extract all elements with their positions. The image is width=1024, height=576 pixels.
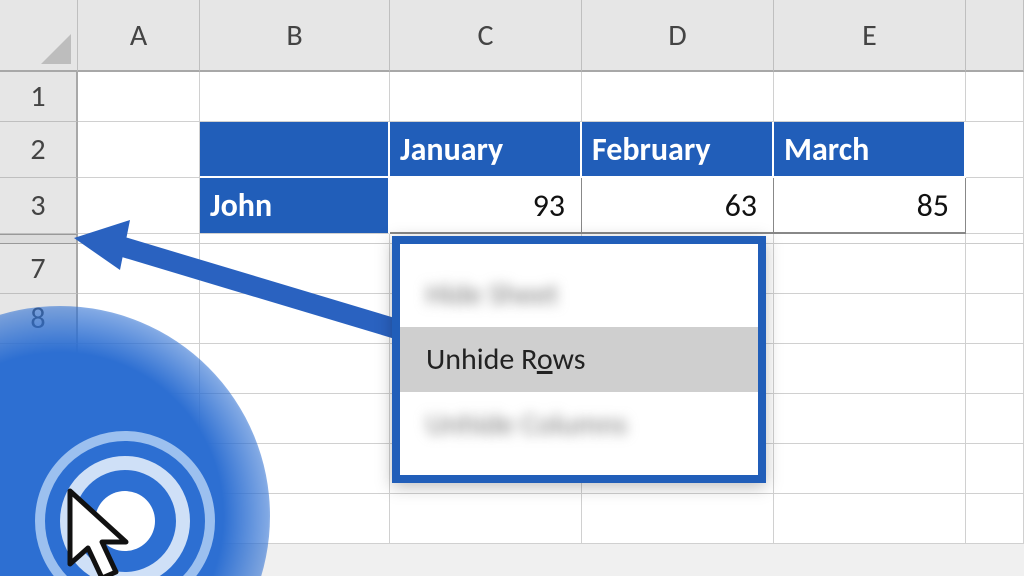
hidden-rows-gap-icon[interactable] (0, 234, 78, 244)
row-header-3[interactable]: 3 (0, 178, 78, 234)
col-header-C[interactable]: C (390, 0, 582, 72)
column-header-row: A B C D E (0, 0, 1024, 72)
col-header-E[interactable]: E (774, 0, 966, 72)
row-2: 2 January February March (0, 122, 1024, 178)
row-header-1[interactable]: 1 (0, 72, 78, 122)
col-header-D[interactable]: D (582, 0, 774, 72)
cell-E7[interactable] (774, 244, 966, 294)
cell-C1[interactable] (390, 72, 582, 122)
context-menu: Hide Sheet Unhide Rows Unhide Columns (392, 236, 766, 483)
menu-item-hide-sheet[interactable]: Hide Sheet (400, 262, 758, 327)
row-3: 3 John 93 63 85 (0, 178, 1024, 234)
cell-D3[interactable]: 63 (582, 178, 774, 234)
menu-item-unhide-columns[interactable]: Unhide Columns (400, 392, 758, 457)
menu-item-unhide-rows[interactable]: Unhide Rows (400, 327, 758, 392)
cell-C2[interactable]: January (390, 122, 582, 178)
cell-A1[interactable] (78, 72, 200, 122)
cursor-arrow-icon (60, 486, 150, 576)
cell-F7[interactable] (966, 244, 1024, 294)
cell-F3[interactable] (966, 178, 1024, 234)
cell-A3[interactable] (78, 178, 200, 234)
cell-E8[interactable] (774, 294, 966, 344)
cell-D1[interactable] (582, 72, 774, 122)
select-all-corner[interactable] (0, 0, 78, 72)
cell-E3[interactable]: 85 (774, 178, 966, 234)
col-header-F[interactable] (966, 0, 1024, 72)
cell-B1[interactable] (200, 72, 390, 122)
cell-B8[interactable] (200, 294, 390, 344)
cell-F1[interactable] (966, 72, 1024, 122)
cell-C3[interactable]: 93 (390, 178, 582, 234)
cell-E1[interactable] (774, 72, 966, 122)
cell-A7[interactable] (78, 244, 200, 294)
cell-F2[interactable] (966, 122, 1024, 178)
col-header-A[interactable]: A (78, 0, 200, 72)
select-all-triangle-icon (41, 34, 71, 64)
row-header-7[interactable]: 7 (0, 244, 78, 294)
cell-B3[interactable]: John (200, 178, 390, 234)
menu-item-label: Unhide Rows (426, 341, 585, 378)
cell-B2[interactable] (200, 122, 390, 178)
cell-D2[interactable]: February (582, 122, 774, 178)
cell-B7[interactable] (200, 244, 390, 294)
cell-A2[interactable] (78, 122, 200, 178)
row-header-2[interactable]: 2 (0, 122, 78, 178)
cell-E2[interactable]: March (774, 122, 966, 178)
row-1: 1 (0, 72, 1024, 122)
col-header-B[interactable]: B (200, 0, 390, 72)
cell-F8[interactable] (966, 294, 1024, 344)
